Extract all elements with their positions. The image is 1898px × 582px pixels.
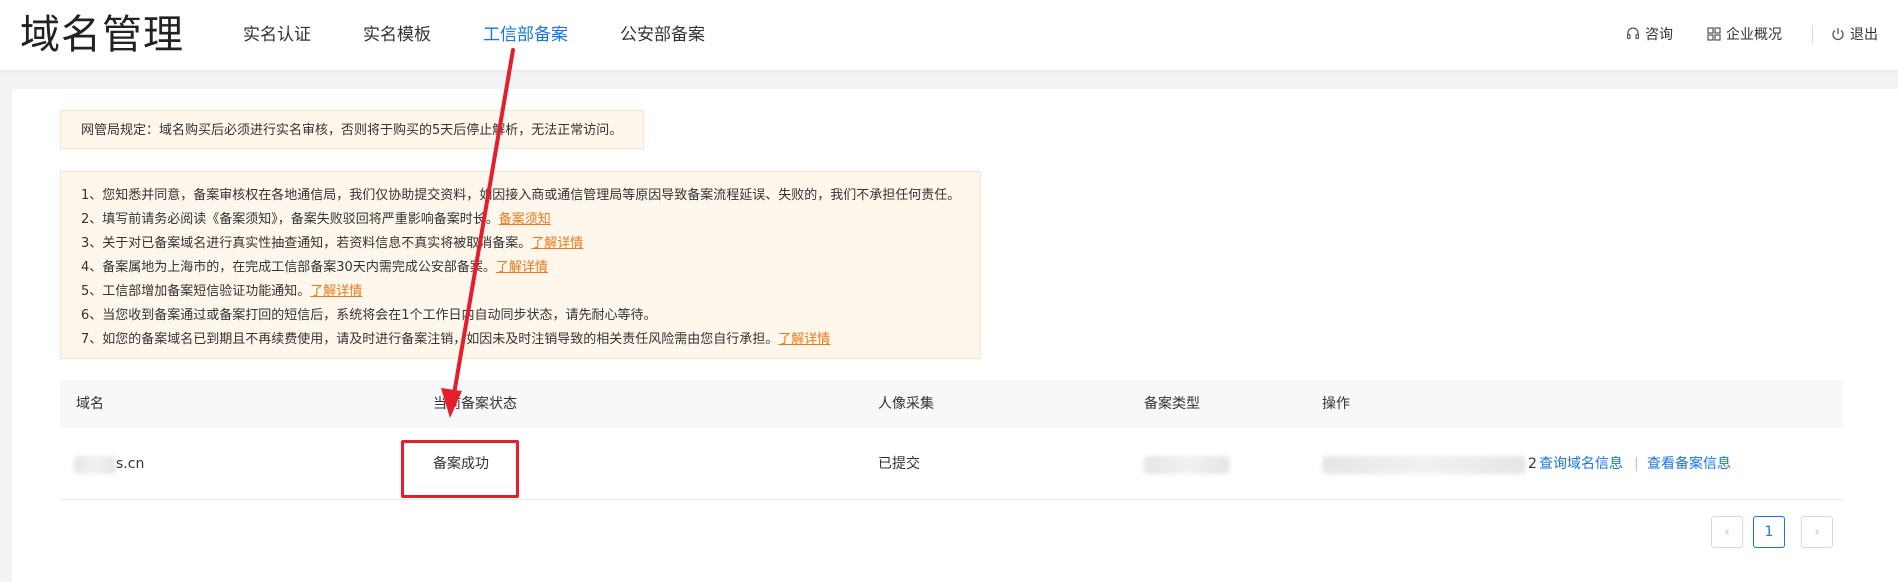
top-header: 域名管理 实名认证 实名模板 工信部备案 公安部备案 咨询 企业概况 退出 xyxy=(0,0,1898,70)
notice-text: 4、备案属地为上海市的，在完成工信部备案30天内需完成公安部备案。 xyxy=(81,260,496,275)
enterprise-overview-button[interactable]: 企业概况 xyxy=(1707,24,1782,44)
domain-cell: s.cn xyxy=(116,456,145,472)
notice-text: 7、如您的备案域名已到期且不再续费使用，请及时进行备案注销，如因未及时注销导致的… xyxy=(81,332,779,347)
notice-line: 2、填写前请务必阅读《备案须知》，备案失败驳回将严重影响备案时长。备案须知 xyxy=(81,208,980,232)
redacted-block xyxy=(1322,456,1526,474)
filing-notices: 1、您知悉并同意，备案审核权在各地通信局，我们仅协助提交资料，如因接入商或通信管… xyxy=(60,171,981,359)
table-header: 域名 当前备案状态 人像采集 备案类型 操作 xyxy=(60,380,1842,428)
page-title: 域名管理 xyxy=(20,12,184,58)
view-filing-info-link[interactable]: 查看备案信息 xyxy=(1647,428,1731,500)
notice-text: 3、关于对已备案域名进行真实性抽查通知，若资料信息不真实将被取消备案。 xyxy=(81,236,532,251)
nav-item-miit-filing[interactable]: 工信部备案 xyxy=(483,22,568,48)
action-separator: | xyxy=(1634,456,1639,472)
filing-table: 域名 当前备案状态 人像采集 备案类型 操作 s.cn 备案成功 已提交 2 查… xyxy=(60,380,1842,500)
col-action: 操作 xyxy=(1322,396,1350,412)
prev-page-button[interactable]: ‹ xyxy=(1711,516,1743,548)
next-page-button[interactable]: › xyxy=(1801,516,1833,548)
face-capture-cell: 已提交 xyxy=(878,456,920,472)
notice-text: 6、当您收到备案通过或备案打回的短信后，系统将会在1个工作日内自动同步状态，请先… xyxy=(81,308,657,323)
details-link[interactable]: 了解详情 xyxy=(496,260,548,275)
page-1-button[interactable]: 1 xyxy=(1753,516,1785,548)
logout-button[interactable]: 退出 xyxy=(1831,24,1878,44)
notice-line: 5、工信部增加备案短信验证功能通知。了解详情 xyxy=(81,280,980,304)
col-status: 当前备案状态 xyxy=(433,396,517,412)
details-link[interactable]: 了解详情 xyxy=(310,284,362,299)
grid-icon xyxy=(1707,27,1721,41)
col-domain: 域名 xyxy=(76,396,104,412)
notice-text: 1、您知悉并同意，备案审核权在各地通信局，我们仅协助提交资料，如因接入商或通信管… xyxy=(81,188,961,203)
notice-line: 6、当您收到备案通过或备案打回的短信后，系统将会在1个工作日内自动同步状态，请先… xyxy=(81,304,980,328)
nav-item-police-filing[interactable]: 公安部备案 xyxy=(620,22,705,48)
pagination: ‹ 1 › xyxy=(1711,516,1833,548)
status-cell: 备案成功 xyxy=(433,456,489,472)
action-prefix: 2 xyxy=(1528,456,1537,472)
main-nav: 实名认证 实名模板 工信部备案 公安部备案 xyxy=(243,22,757,48)
header-actions: 咨询 企业概况 退出 xyxy=(1592,24,1878,44)
power-icon xyxy=(1832,28,1844,41)
details-link[interactable]: 了解详情 xyxy=(778,332,830,347)
notice-text: 5、工信部增加备案短信验证功能通知。 xyxy=(81,284,311,299)
consult-button[interactable]: 咨询 xyxy=(1626,24,1673,44)
nav-item-real-name-auth[interactable]: 实名认证 xyxy=(243,22,311,48)
redacted-block xyxy=(1144,456,1230,474)
headset-icon xyxy=(1626,27,1640,40)
enterprise-overview-label: 企业概况 xyxy=(1726,27,1782,43)
main-panel: 网管局规定：域名购买后必须进行实名审核，否则将于购买的5天后停止解析，无法正常访… xyxy=(12,89,1898,582)
notice-text: 2、填写前请务必阅读《备案须知》，备案失败驳回将严重影响备案时长。 xyxy=(81,212,499,227)
redacted-block xyxy=(74,456,116,474)
table-row: s.cn 备案成功 已提交 2 查询域名信息 | 查看备案信息 xyxy=(60,428,1842,500)
col-face-capture: 人像采集 xyxy=(878,396,934,412)
query-domain-info-link[interactable]: 查询域名信息 xyxy=(1539,428,1623,500)
filing-guide-link[interactable]: 备案须知 xyxy=(499,212,551,227)
notice-line: 4、备案属地为上海市的，在完成工信部备案30天内需完成公安部备案。了解详情 xyxy=(81,256,980,280)
regulation-notice: 网管局规定：域名购买后必须进行实名审核，否则将于购买的5天后停止解析，无法正常访… xyxy=(60,110,644,149)
logout-label: 退出 xyxy=(1850,27,1878,43)
consult-label: 咨询 xyxy=(1645,27,1673,43)
notice-line: 1、您知悉并同意，备案审核权在各地通信局，我们仅协助提交资料，如因接入商或通信管… xyxy=(81,184,980,208)
nav-item-real-name-template[interactable]: 实名模板 xyxy=(363,22,431,48)
col-filing-type: 备案类型 xyxy=(1144,396,1200,412)
notice-line: 7、如您的备案域名已到期且不再续费使用，请及时进行备案注销，如因未及时注销导致的… xyxy=(81,328,980,352)
notice-line: 3、关于对已备案域名进行真实性抽查通知，若资料信息不真实将被取消备案。了解详情 xyxy=(81,232,980,256)
details-link[interactable]: 了解详情 xyxy=(531,236,583,251)
header-divider xyxy=(1812,25,1813,43)
